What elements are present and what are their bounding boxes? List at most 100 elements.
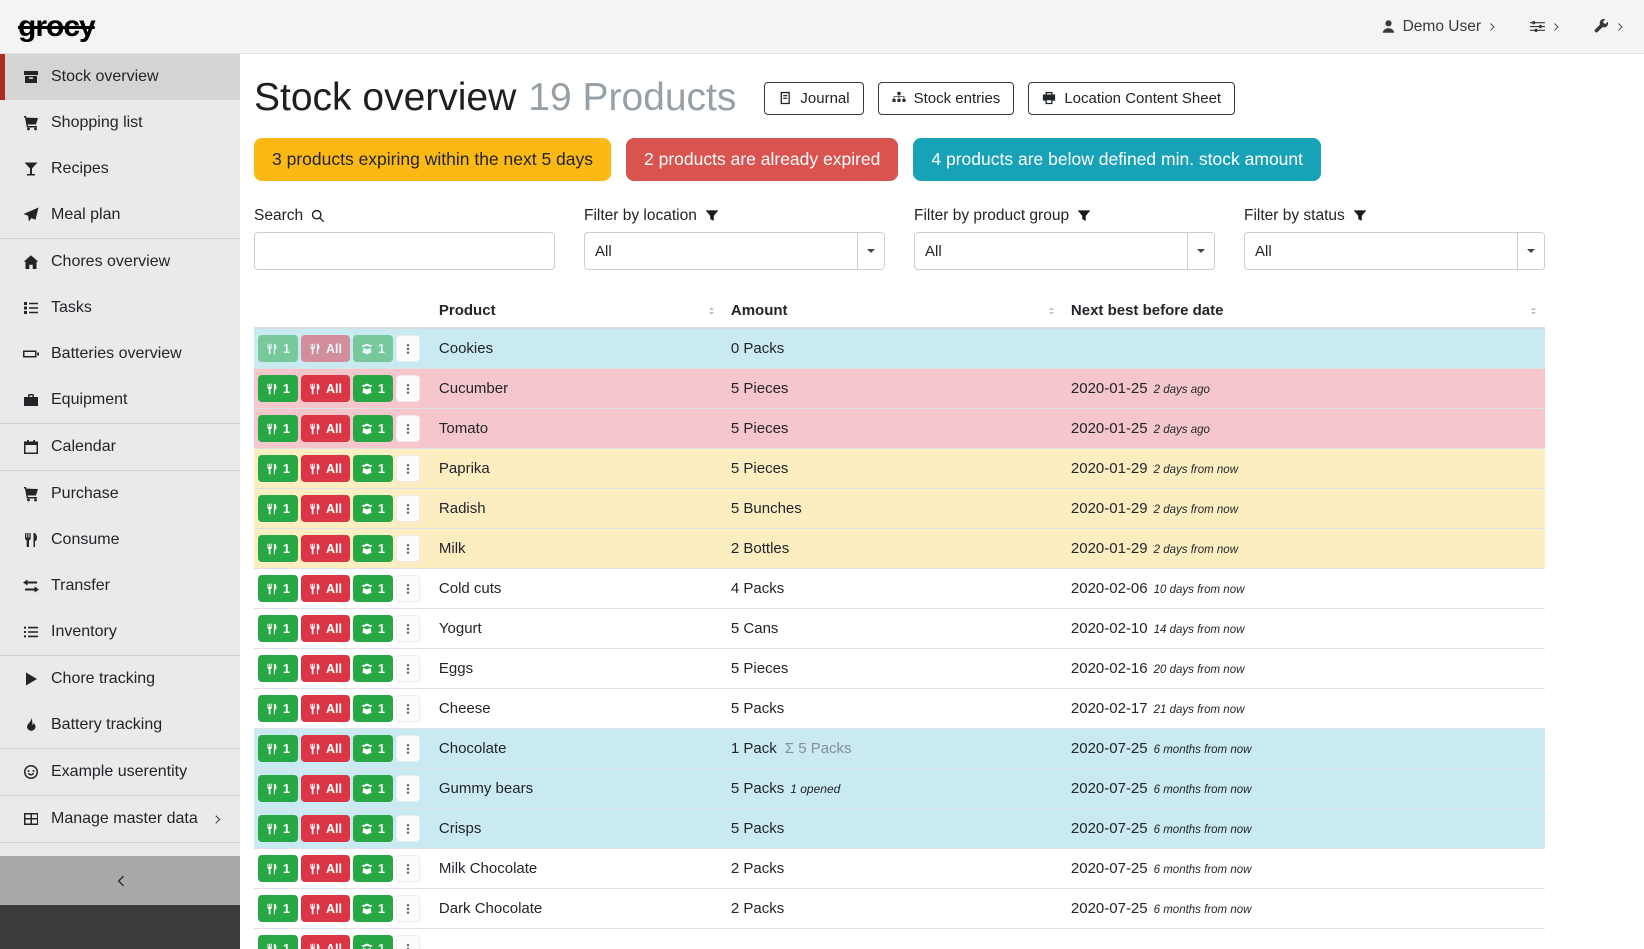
consume-all-button[interactable]: All [301,735,350,762]
open-one-button[interactable]: 1 [353,895,393,922]
sidebar-collapse-button[interactable] [0,856,240,905]
best-before-column-header[interactable]: Next best before date [1063,294,1545,328]
consume-all-button[interactable]: All [301,935,350,949]
journal-button[interactable]: Journal [764,82,863,115]
sidebar-item-calendar[interactable]: Calendar [0,424,240,470]
consume-all-button[interactable]: All [301,655,350,682]
amount-column-header[interactable]: Amount [723,294,1063,328]
open-one-button[interactable]: 1 [353,815,393,842]
row-menu-button[interactable] [396,735,420,762]
briefcase-icon [21,392,40,408]
sidebar-item-manage-master-data[interactable]: Manage master data [0,796,240,842]
sidebar-item-stock-overview[interactable]: Stock overview [0,54,240,100]
consume-one-button[interactable]: 1 [258,775,298,802]
open-one-button[interactable]: 1 [353,735,393,762]
row-menu-button[interactable] [396,895,420,922]
row-menu-button[interactable] [396,695,420,722]
admin-menu[interactable] [1594,19,1626,34]
consume-one-button[interactable]: 1 [258,855,298,882]
row-menu-button[interactable] [396,855,420,882]
open-one-button[interactable]: 1 [353,535,393,562]
sidebar-item-battery-tracking[interactable]: Battery tracking [0,702,240,748]
consume-one-button[interactable]: 1 [258,895,298,922]
consume-all-button[interactable]: All [301,535,350,562]
sidebar-item-inventory[interactable]: Inventory [0,609,240,655]
open-one-button[interactable]: 1 [353,375,393,402]
consume-one-button[interactable]: 1 [258,375,298,402]
product-column-header[interactable]: Product [431,294,723,328]
consume-all-button[interactable]: All [301,415,350,442]
consume-one-button[interactable]: 1 [258,935,298,949]
settings-menu[interactable] [1530,19,1562,34]
open-one-button[interactable]: 1 [353,495,393,522]
product-group-filter-select[interactable]: All [914,232,1215,270]
consume-all-button[interactable]: All [301,615,350,642]
open-one-button[interactable]: 1 [353,935,393,949]
row-menu-button[interactable] [396,775,420,802]
sidebar-divider [0,842,240,843]
sidebar-item-chores-overview[interactable]: Chores overview [0,239,240,285]
consume-all-button[interactable]: All [301,455,350,482]
below-min-stock-alert[interactable]: 4 products are below defined min. stock … [913,138,1321,181]
status-filter-select[interactable]: All [1244,232,1545,270]
sidebar-item-example-userentity[interactable]: Example userentity [0,749,240,795]
sidebar-item-transfer[interactable]: Transfer [0,563,240,609]
row-menu-button[interactable] [396,495,420,522]
sidebar-item-chore-tracking[interactable]: Chore tracking [0,656,240,702]
consume-all-button[interactable]: All [301,895,350,922]
consume-all-button[interactable]: All [301,775,350,802]
location-filter-select[interactable]: All [584,232,885,270]
consume-one-button[interactable]: 1 [258,615,298,642]
sidebar-item-equipment[interactable]: Equipment [0,377,240,423]
row-menu-button[interactable] [396,535,420,562]
open-one-button[interactable]: 1 [353,575,393,602]
app-logo[interactable]: grocy [18,10,95,44]
open-one-button[interactable]: 1 [353,775,393,802]
location-content-sheet-button[interactable]: Location Content Sheet [1028,82,1235,115]
consume-all-button[interactable]: All [301,855,350,882]
consume-all-button[interactable]: All [301,375,350,402]
consume-one-button[interactable]: 1 [258,455,298,482]
consume-one-button[interactable]: 1 [258,575,298,602]
sidebar-item-batteries-overview[interactable]: Batteries overview [0,331,240,377]
consume-one-button[interactable]: 1 [258,535,298,562]
open-one-button[interactable]: 1 [353,855,393,882]
row-menu-button[interactable] [396,375,420,402]
open-one-button[interactable]: 1 [353,455,393,482]
consume-one-button[interactable]: 1 [258,415,298,442]
consume-all-button[interactable]: All [301,495,350,522]
row-menu-button[interactable] [396,335,420,362]
sidebar-item-tasks[interactable]: Tasks [0,285,240,331]
consume-one-button[interactable]: 1 [258,655,298,682]
open-one-button[interactable]: 1 [353,615,393,642]
consume-all-button[interactable]: All [301,815,350,842]
row-menu-button[interactable] [396,815,420,842]
sidebar-item-recipes[interactable]: Recipes [0,146,240,192]
expiring-alert[interactable]: 3 products expiring within the next 5 da… [254,138,611,181]
sidebar-item-shopping-list[interactable]: Shopping list [0,100,240,146]
open-one-button[interactable]: 1 [353,655,393,682]
consume-one-button[interactable]: 1 [258,495,298,522]
row-menu-button[interactable] [396,935,420,949]
sliders-icon [1530,19,1545,34]
open-one-button[interactable]: 1 [353,415,393,442]
row-menu-button[interactable] [396,655,420,682]
sidebar-item-consume[interactable]: Consume [0,517,240,563]
consume-all-button[interactable]: All [301,575,350,602]
row-menu-button[interactable] [396,615,420,642]
user-menu[interactable]: Demo User [1381,18,1498,36]
consume-one-button[interactable]: 1 [258,815,298,842]
open-one-button[interactable]: 1 [353,695,393,722]
stock-entries-button[interactable]: Stock entries [878,82,1015,115]
row-menu-button[interactable] [396,415,420,442]
sidebar-item-purchase[interactable]: Purchase [0,471,240,517]
row-menu-button[interactable] [396,575,420,602]
row-menu-button[interactable] [396,455,420,482]
chevron-right-icon [1488,22,1498,32]
consume-all-button[interactable]: All [301,695,350,722]
sidebar-item-meal-plan[interactable]: Meal plan [0,192,240,238]
consume-one-button[interactable]: 1 [258,735,298,762]
expired-alert[interactable]: 2 products are already expired [626,138,898,181]
search-input[interactable] [254,232,555,270]
consume-one-button[interactable]: 1 [258,695,298,722]
